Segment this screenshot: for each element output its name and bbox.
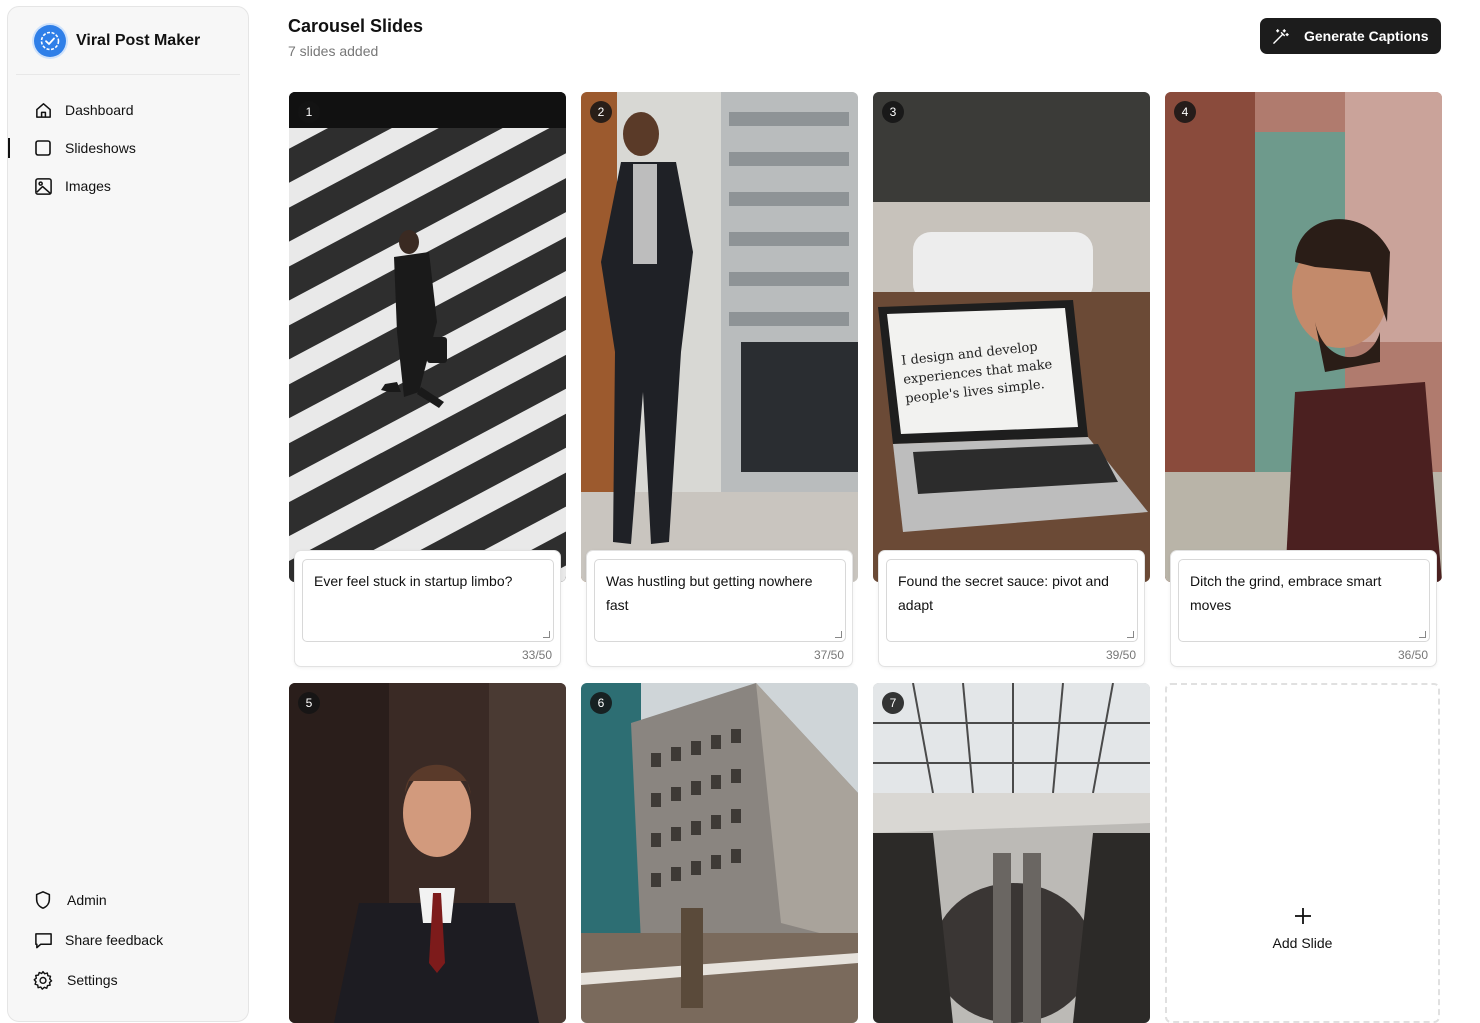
slide-image[interactable]	[289, 683, 566, 1023]
slide-number-badge: 5	[298, 692, 320, 714]
nav-item-label: Admin	[67, 892, 107, 908]
slide-number-badge: 4	[1174, 101, 1196, 123]
bottom-nav: Admin Share feedback Settings	[8, 880, 248, 1000]
sidebar: Viral Post Maker Dashboard Slideshows Im…	[7, 6, 249, 1022]
message-icon	[33, 930, 53, 950]
slide-image[interactable]	[1165, 92, 1442, 582]
slide-number-badge: 6	[590, 692, 612, 714]
caption-textarea[interactable]: Ever feel stuck in startup limbo?	[302, 559, 554, 642]
square-icon	[33, 138, 53, 158]
character-counter: 36/50	[1397, 648, 1428, 662]
app-title: Viral Post Maker	[76, 31, 201, 49]
slide-number-badge: 7	[882, 692, 904, 714]
slide-number-badge: 1	[298, 101, 320, 123]
nav-item-admin[interactable]: Admin	[8, 880, 248, 920]
generate-captions-button[interactable]: Generate Captions	[1260, 18, 1441, 54]
slide-image[interactable]	[581, 683, 858, 1023]
caption-textarea[interactable]: Was hustling but getting nowhere fast	[594, 559, 846, 642]
slide-image[interactable]	[873, 92, 1150, 582]
nav-item-label: Dashboard	[65, 102, 134, 118]
character-counter: 37/50	[813, 648, 844, 662]
slide-image[interactable]	[873, 683, 1150, 1023]
slide-number-badge: 3	[882, 101, 904, 123]
gear-icon	[33, 970, 53, 990]
caption-box: Ever feel stuck in startup limbo? 33/50	[294, 550, 561, 667]
logo-check-icon	[34, 24, 66, 57]
generate-captions-label: Generate Captions	[1304, 28, 1429, 44]
nav-item-label: Settings	[67, 972, 118, 988]
slides-count: 7 slides added	[288, 43, 379, 59]
caption-box: Ditch the grind, embrace smart moves 36/…	[1170, 550, 1437, 667]
plus-icon	[1294, 905, 1312, 927]
main-nav: Dashboard Slideshows Images	[8, 91, 248, 205]
nav-item-label: Images	[65, 178, 111, 194]
magic-wand-icon	[1272, 27, 1290, 45]
slide-number-badge: 2	[590, 101, 612, 123]
nav-item-dashboard[interactable]: Dashboard	[8, 91, 248, 129]
page-title: Carousel Slides	[288, 16, 424, 36]
nav-item-share-feedback[interactable]: Share feedback	[8, 920, 248, 960]
nav-item-slideshows[interactable]: Slideshows	[8, 129, 248, 167]
caption-box: Found the secret sauce: pivot and adapt …	[878, 550, 1145, 667]
shield-icon	[33, 890, 53, 910]
caption-box: Was hustling but getting nowhere fast 37…	[586, 550, 853, 667]
nav-item-settings[interactable]: Settings	[8, 960, 248, 1000]
add-slide-label: Add Slide	[1272, 935, 1333, 951]
nav-item-images[interactable]: Images	[8, 167, 248, 205]
character-counter: 33/50	[521, 648, 552, 662]
slide-image[interactable]	[581, 92, 858, 582]
nav-item-label: Slideshows	[65, 140, 136, 156]
brand[interactable]: Viral Post Maker	[16, 7, 240, 75]
home-icon	[33, 100, 53, 120]
character-counter: 39/50	[1105, 648, 1136, 662]
caption-textarea[interactable]: Ditch the grind, embrace smart moves	[1178, 559, 1430, 642]
slide-image[interactable]	[289, 92, 566, 582]
caption-textarea[interactable]: Found the secret sauce: pivot and adapt	[886, 559, 1138, 642]
image-icon	[33, 176, 53, 196]
add-slide-button[interactable]: Add Slide	[1165, 683, 1440, 1023]
nav-item-label: Share feedback	[65, 932, 164, 948]
